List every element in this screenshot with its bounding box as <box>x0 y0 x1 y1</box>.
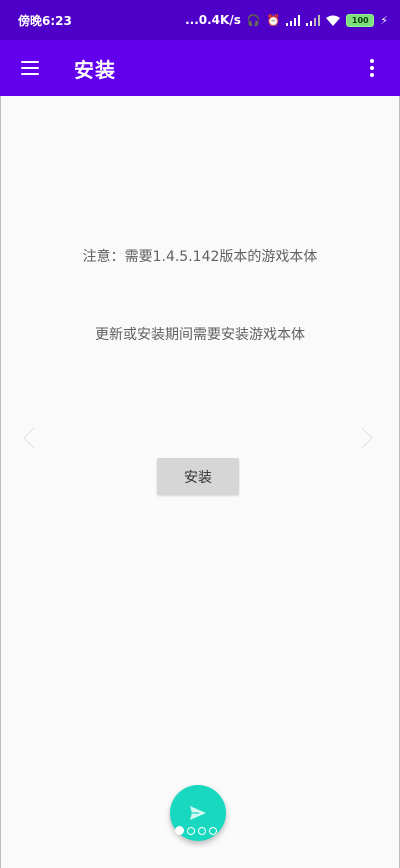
charging-icon: ⚡ <box>380 13 388 27</box>
page-dot[interactable] <box>209 826 217 835</box>
next-page-button[interactable] <box>354 424 378 452</box>
wifi-icon <box>326 15 341 26</box>
signal-icon <box>286 14 301 26</box>
page-dot[interactable] <box>187 826 195 835</box>
page-dot[interactable] <box>198 826 206 835</box>
status-indicators: ...0.4K/s 🎧 ⏰ 100 ⚡ <box>185 13 388 27</box>
page-indicator <box>175 826 217 835</box>
app-bar: 安装 <box>0 40 400 96</box>
status-bar: 傍晚6:23 ...0.4K/s 🎧 ⏰ 100 ⚡ <box>0 0 400 40</box>
status-time: 傍晚6:23 <box>18 13 72 28</box>
page-title: 安装 <box>74 57 116 82</box>
main-content: 注意：需要1.4.5.142版本的游戏本体 更新或安装期间需要安装游戏本体 安装 <box>0 96 400 868</box>
battery-icon: 100 <box>346 13 375 27</box>
previous-page-button[interactable] <box>18 424 42 452</box>
signal-2-icon <box>306 14 321 26</box>
version-notice: 注意：需要1.4.5.142版本的游戏本体 <box>82 249 318 265</box>
send-icon <box>190 806 206 820</box>
hamburger-icon <box>21 61 39 75</box>
menu-button[interactable] <box>2 40 58 96</box>
page-dot[interactable] <box>175 826 184 835</box>
alarm-icon: ⏰ <box>266 13 281 27</box>
network-speed: ...0.4K/s <box>185 13 241 27</box>
update-notice: 更新或安装期间需要安装游戏本体 <box>95 327 305 343</box>
headphone-icon: 🎧 <box>246 13 261 27</box>
more-options-button[interactable] <box>358 54 386 82</box>
install-button[interactable]: 安装 <box>157 458 239 495</box>
